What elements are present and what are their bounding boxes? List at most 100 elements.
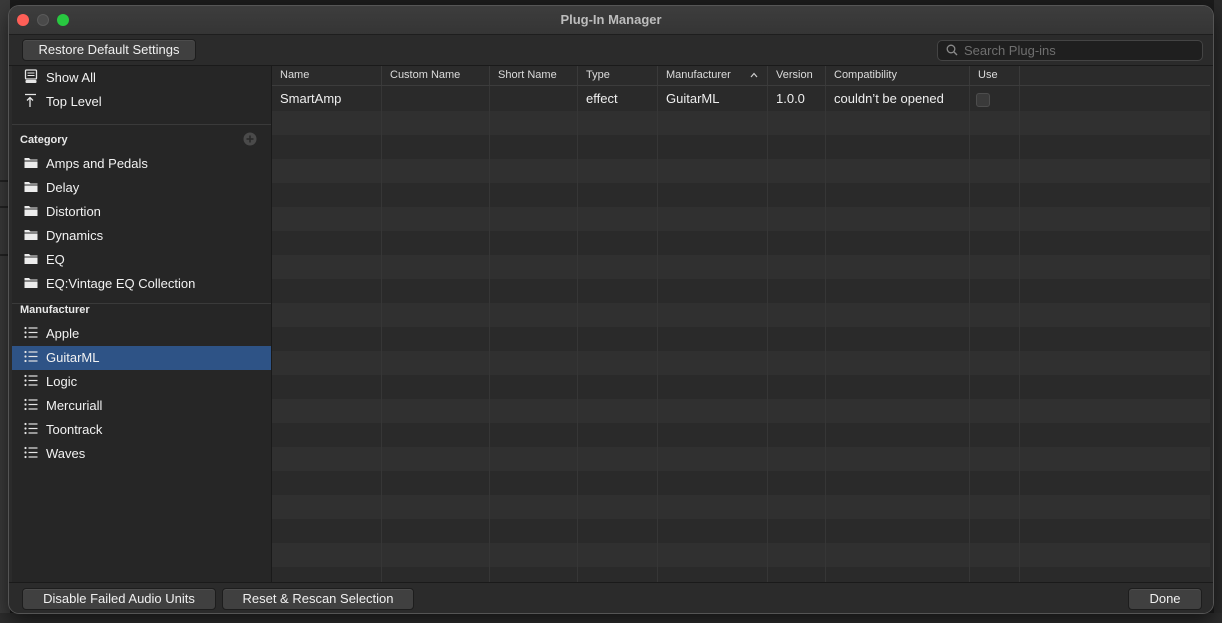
column-header-short-name[interactable]: Short Name xyxy=(490,66,578,85)
column-header-label: Short Name xyxy=(498,69,557,81)
column-divider xyxy=(825,86,826,582)
list-icon xyxy=(24,350,38,363)
sidebar-divider xyxy=(12,124,271,125)
footer-bar: Disable Failed Audio Units Reset & Resca… xyxy=(9,582,1213,613)
search-input[interactable] xyxy=(964,41,1194,60)
folder-icon xyxy=(24,230,38,240)
table-row xyxy=(272,471,1210,495)
list-icon xyxy=(24,374,38,387)
cell-version: 1.0.0 xyxy=(776,91,805,106)
column-header-label: Custom Name xyxy=(390,69,461,81)
sidebar-item-dynamics[interactable]: Dynamics xyxy=(12,224,271,248)
reset-rescan-selection-button[interactable]: Reset & Rescan Selection xyxy=(222,588,414,610)
column-header-label: Use xyxy=(978,69,998,81)
table-row xyxy=(272,375,1210,399)
table-row xyxy=(272,135,1210,159)
sidebar-item-label: Top Level xyxy=(46,94,102,109)
add-category-icon[interactable] xyxy=(243,132,257,146)
table-row xyxy=(272,231,1210,255)
sidebar-item-label: Distortion xyxy=(46,204,101,219)
sidebar-item-distortion[interactable]: Distortion xyxy=(12,200,271,224)
sidebar-item-label: Dynamics xyxy=(46,228,104,243)
list-icon xyxy=(24,446,38,459)
folder-icon xyxy=(24,206,38,216)
column-header-custom-name[interactable]: Custom Name xyxy=(382,66,490,85)
cell-custom-name xyxy=(382,87,490,111)
folder-icon xyxy=(24,278,38,288)
sidebar-item-label: Delay xyxy=(46,180,80,195)
window-title: Plug-In Manager xyxy=(560,12,662,27)
library-icon xyxy=(24,69,38,83)
background-app-edge-bottom xyxy=(0,613,1222,623)
sidebar-item-label: EQ:Vintage EQ Collection xyxy=(46,276,196,291)
category-header: Category xyxy=(20,134,68,146)
sidebar-item-label: Mercuriall xyxy=(46,398,103,413)
table-row xyxy=(272,519,1210,543)
list-icon xyxy=(24,422,38,435)
table-row xyxy=(272,351,1210,375)
sidebar-item-top-level[interactable]: Top Level xyxy=(12,90,271,114)
table-row xyxy=(272,543,1210,567)
column-header-label: Manufacturer xyxy=(666,69,731,81)
column-divider xyxy=(577,86,578,582)
sort-ascending-icon xyxy=(750,72,758,78)
column-divider xyxy=(767,86,768,582)
column-divider xyxy=(489,86,490,582)
sidebar-item-label: Apple xyxy=(46,326,80,341)
table-row[interactable]: SmartAmp effect GuitarML 1.0.0 couldn’t be o… xyxy=(272,87,1210,111)
column-header-name[interactable]: Name xyxy=(272,66,382,85)
table-row xyxy=(272,423,1210,447)
sidebar-item-label: GuitarML xyxy=(46,350,100,365)
folder-icon xyxy=(24,182,38,192)
table-row xyxy=(272,255,1210,279)
sidebar-item-label: EQ xyxy=(46,252,65,267)
sidebar-item-eq-vintage-eq-collection[interactable]: EQ:Vintage EQ Collection xyxy=(12,272,271,296)
list-icon xyxy=(24,398,38,411)
disable-failed-audio-units-button[interactable]: Disable Failed Audio Units xyxy=(22,588,216,610)
top-level-arrow-icon xyxy=(25,93,36,107)
plugin-table: Name Custom Name Short Name Type Manufacture… xyxy=(272,66,1210,582)
sidebar-item-eq[interactable]: EQ xyxy=(12,248,271,272)
column-header-version[interactable]: Version xyxy=(768,66,826,85)
sidebar-item-delay[interactable]: Delay xyxy=(12,176,271,200)
sidebar-item-logic[interactable]: Logic xyxy=(12,370,271,394)
column-header-manufacturer[interactable]: Manufacturer xyxy=(658,66,768,85)
column-header-use[interactable]: Use xyxy=(970,66,1020,85)
toolbar: Restore Default Settings xyxy=(9,35,1213,66)
column-header-label: Version xyxy=(776,69,813,81)
search-field[interactable] xyxy=(937,40,1203,61)
sidebar-item-toontrack[interactable]: Toontrack xyxy=(12,418,271,442)
plugin-manager-window: Plug-In Manager Restore Default Settings… xyxy=(9,6,1213,613)
sidebar-item-amps-and-pedals[interactable]: Amps and Pedals xyxy=(12,152,271,176)
table-row xyxy=(272,495,1210,519)
column-header-label: Compatibility xyxy=(834,69,897,81)
sidebar-item-show-all[interactable]: Show All xyxy=(12,66,271,90)
done-button[interactable]: Done xyxy=(1128,588,1202,610)
sidebar-item-label: Waves xyxy=(46,446,86,461)
table-row xyxy=(272,159,1210,183)
column-header-compatibility[interactable]: Compatibility xyxy=(826,66,970,85)
sidebar-item-apple[interactable]: Apple xyxy=(12,322,271,346)
sidebar-item-label: Amps and Pedals xyxy=(46,156,148,171)
search-icon xyxy=(946,44,958,56)
sidebar-item-mercuriall[interactable]: Mercuriall xyxy=(12,394,271,418)
column-header-type[interactable]: Type xyxy=(578,66,658,85)
title-bar[interactable]: Plug-In Manager xyxy=(9,6,1213,35)
column-divider xyxy=(381,86,382,582)
table-row xyxy=(272,447,1210,471)
sidebar-item-waves[interactable]: Waves xyxy=(12,442,271,466)
column-divider xyxy=(657,86,658,582)
list-icon xyxy=(24,326,38,339)
sidebar-item-guitarml[interactable]: GuitarML xyxy=(12,346,271,370)
cell-compatibility: couldn’t be opened xyxy=(834,91,944,106)
use-checkbox[interactable] xyxy=(976,93,990,107)
table-row xyxy=(272,303,1210,327)
cell-short-name xyxy=(490,87,578,111)
restore-default-settings-button[interactable]: Restore Default Settings xyxy=(22,39,196,61)
table-row xyxy=(272,279,1210,303)
table-row xyxy=(272,183,1210,207)
cell-name: SmartAmp xyxy=(280,91,342,106)
table-row xyxy=(272,567,1210,582)
table-row xyxy=(272,207,1210,231)
table-header: Name Custom Name Short Name Type Manufacture… xyxy=(272,66,1210,86)
